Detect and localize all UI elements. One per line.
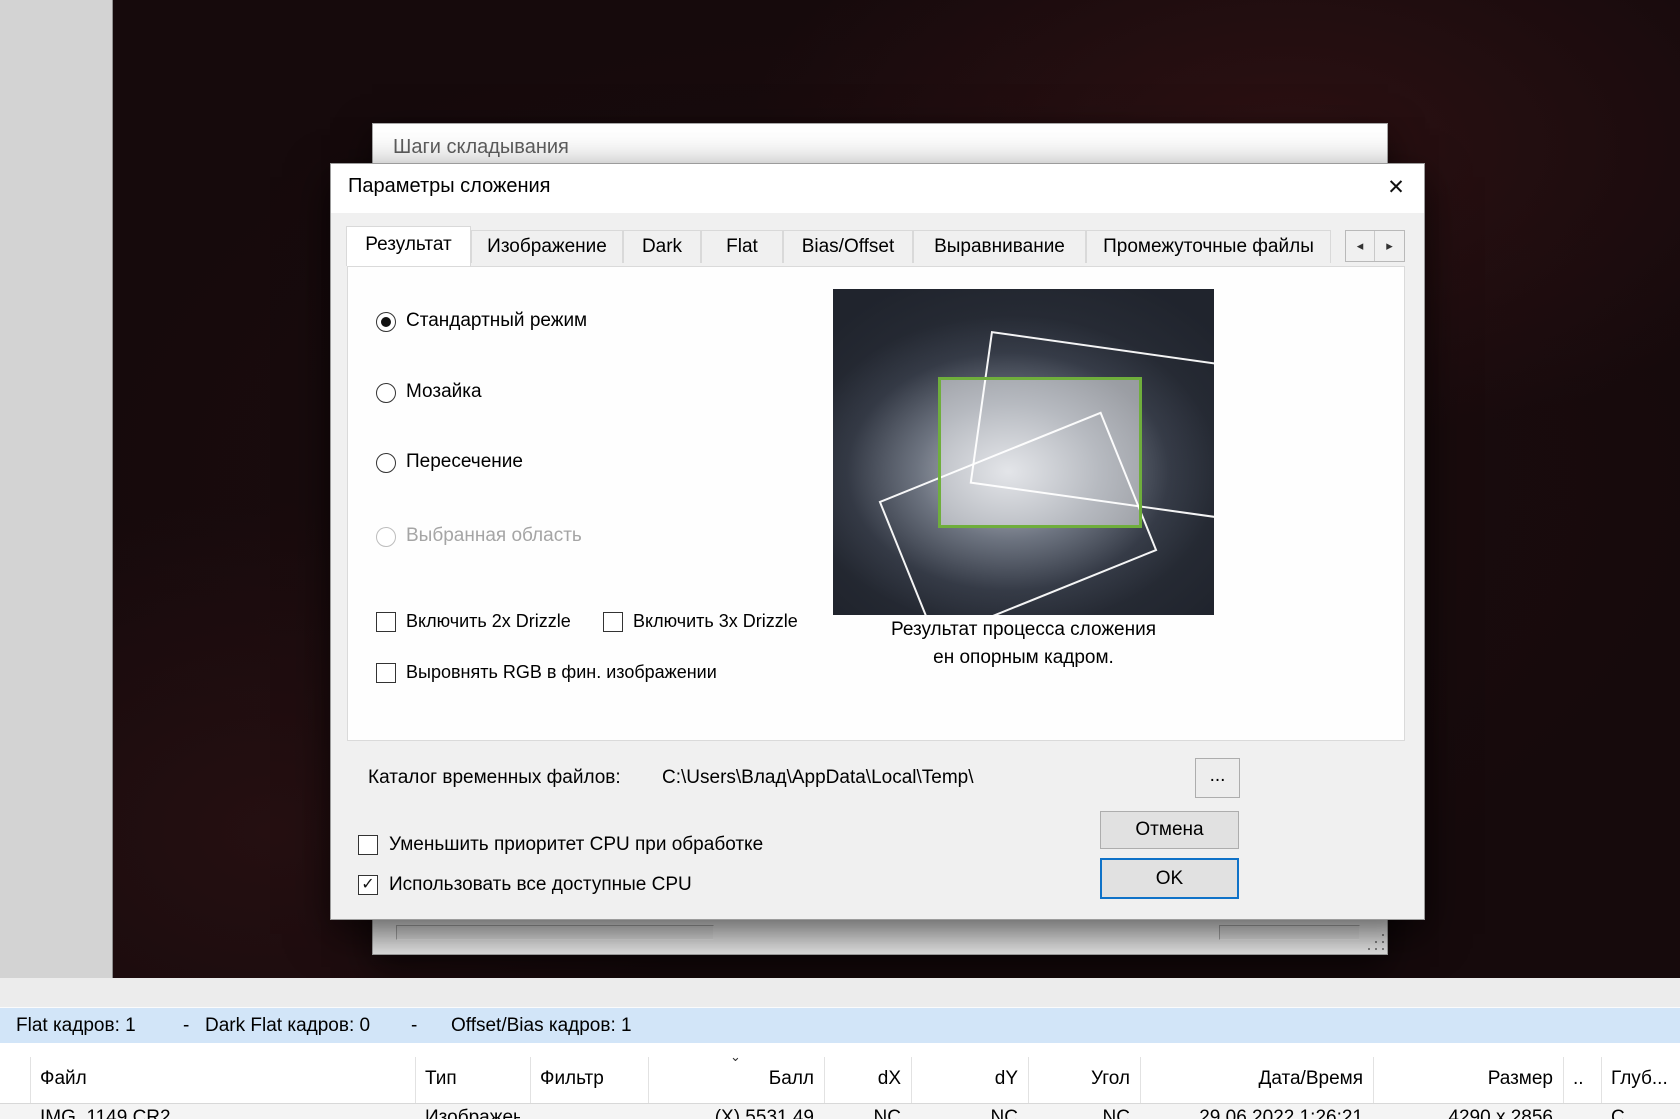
radio-standard-mode[interactable]: [376, 312, 396, 332]
column-header-dx[interactable]: dX: [834, 1057, 901, 1103]
status-bar: Flat кадров: 1- Dark Flat кадров: 0- Offse…: [0, 1008, 1680, 1043]
cell-type: Изображение: [425, 1107, 520, 1119]
checkbox-label-use-all-cpu: Использовать все доступные CPU: [389, 874, 692, 895]
tempdir-label: Каталог временных файлов:: [368, 767, 621, 788]
checkbox-3x-drizzle[interactable]: [603, 612, 623, 632]
tab-strip: ◂ ▸ Результат Изображение Dark Flat Bias/Off…: [331, 224, 1424, 267]
lower-strip: [0, 978, 1680, 1008]
checkbox-reduce-cpu-priority[interactable]: [358, 835, 378, 855]
radio-dot: [381, 317, 391, 327]
stacking-steps-title: Шаги складывания: [393, 136, 569, 158]
cancel-button[interactable]: Отмена: [1100, 811, 1239, 849]
cell-datetime: 29.06.2022 1:26:21: [1199, 1107, 1363, 1119]
column-header-angle[interactable]: Угол: [1038, 1057, 1130, 1103]
close-icon[interactable]: ✕: [1379, 172, 1413, 204]
column-header-dots[interactable]: ..: [1573, 1057, 1591, 1103]
column-separator: [1140, 1057, 1141, 1103]
cell-size: 4290 x 2856: [1448, 1107, 1553, 1119]
status-segment: Offset/Bias кадров: 1: [451, 1015, 632, 1036]
stacking-preview-image: [833, 289, 1214, 615]
preview-stars: [833, 289, 834, 290]
checkbox-label-reduce-cpu-priority: Уменьшить приоритет CPU при обработке: [389, 834, 764, 855]
status-segment: Dark Flat кадров: 0: [205, 1015, 371, 1036]
tab-image[interactable]: Изображение: [471, 230, 623, 263]
cell-depth: С...: [1611, 1107, 1641, 1119]
tab-flat[interactable]: Flat: [701, 230, 783, 263]
column-separator: [415, 1057, 416, 1103]
status-segment: -: [183, 1015, 190, 1036]
resize-grip-icon[interactable]: [1368, 934, 1386, 952]
dialog-title: Параметры сложения: [348, 175, 551, 197]
cell-dots: [1573, 1107, 1591, 1119]
tempdir-path: C:\Users\Влад\AppData\Local\Temp\: [662, 767, 974, 788]
checkbox-label-3x-drizzle: Включить 3x Drizzle: [633, 611, 798, 631]
column-header-select[interactable]: [10, 1057, 20, 1103]
tab-alignment[interactable]: Выравнивание: [913, 230, 1086, 263]
column-separator: [1601, 1057, 1602, 1103]
tab-result[interactable]: Результат: [346, 226, 471, 266]
radio-mosaic[interactable]: [376, 383, 396, 403]
radio-intersection[interactable]: [376, 453, 396, 473]
tab-scroll-right-icon[interactable]: ▸: [1375, 231, 1404, 261]
checkbox-use-all-cpu[interactable]: ✓: [358, 875, 378, 895]
browse-button[interactable]: ...: [1195, 758, 1240, 798]
file-list: IMG_1149.CR2 Изображение (X) 5531.49 NC NC NC…: [0, 1043, 1680, 1119]
column-header-depth[interactable]: Глуб...: [1611, 1057, 1670, 1103]
tab-scroll-buttons: ◂ ▸: [1345, 230, 1405, 262]
column-separator: [1373, 1057, 1374, 1103]
column-separator: [648, 1057, 649, 1103]
tab-intermediate-files[interactable]: Промежуточные файлы: [1086, 230, 1331, 263]
column-header-dy[interactable]: dY: [921, 1057, 1018, 1103]
cell-select: [10, 1107, 20, 1119]
desktop-left-panel: [0, 0, 113, 978]
radio-label-custom-rectangle: Выбранная область: [406, 525, 582, 546]
ok-button[interactable]: OK: [1100, 858, 1239, 899]
column-header-size[interactable]: Размер: [1383, 1057, 1553, 1103]
status-segment: -: [411, 1015, 418, 1036]
column-header-filter[interactable]: Фильтр: [540, 1057, 638, 1103]
preview-caption-line1: Результат процесса сложения: [890, 619, 1157, 640]
tab-dark[interactable]: Dark: [623, 230, 701, 263]
preview-caption-line2: ен опорным кадром.: [933, 647, 1114, 668]
column-header-type[interactable]: Тип: [425, 1057, 520, 1103]
column-separator: [530, 1057, 531, 1103]
cell-dx: NC: [873, 1107, 901, 1119]
tab-scroll-left-icon[interactable]: ◂: [1346, 231, 1375, 261]
radio-label-standard-mode: Стандартный режим: [406, 310, 588, 331]
table-row[interactable]: IMG_1149.CR2 Изображение (X) 5531.49 NC NC NC…: [0, 1104, 1680, 1119]
checkbox-align-rgb[interactable]: [376, 663, 396, 683]
column-separator: [1563, 1057, 1564, 1103]
sort-chevron-icon: ⌄: [730, 1049, 741, 1064]
cell-filter: [540, 1107, 638, 1119]
reference-frame-rect: [938, 377, 1142, 528]
checkbox-label-2x-drizzle: Включить 2x Drizzle: [406, 611, 571, 631]
cell-file: IMG_1149.CR2: [40, 1107, 171, 1119]
column-separator: [911, 1057, 912, 1103]
column-header-datetime[interactable]: Дата/Время: [1150, 1057, 1363, 1103]
checkbox-label-align-rgb: Выровнять RGB в фин. изображении: [406, 662, 717, 682]
radio-label-intersection: Пересечение: [406, 451, 523, 472]
cell-angle: NC: [1102, 1107, 1130, 1119]
preview-caption: Результат процесса сложения ен опорным к…: [833, 616, 1214, 672]
radio-label-mosaic: Мозайка: [406, 381, 482, 402]
checkbox-2x-drizzle[interactable]: [376, 612, 396, 632]
column-separator: [1028, 1057, 1029, 1103]
column-separator: [824, 1057, 825, 1103]
status-segment: Flat кадров: 1: [16, 1015, 136, 1036]
background-progress-bar: [396, 925, 714, 940]
column-separator: [30, 1057, 31, 1103]
radio-custom-rectangle: [376, 527, 396, 547]
column-header-file[interactable]: Файл: [40, 1057, 405, 1103]
cell-score: (X) 5531.49: [714, 1107, 814, 1119]
background-bar-right: [1219, 925, 1360, 940]
cell-dy: NC: [990, 1107, 1018, 1119]
stacking-parameters-dialog: Параметры сложения ✕ ◂ ▸ Результат Изобра…: [330, 163, 1425, 920]
screen: Шаги складывания Параметры сложения ✕ ◂ …: [0, 0, 1680, 1119]
tab-bias-offset[interactable]: Bias/Offset: [783, 230, 913, 263]
stars: [113, 0, 114, 1]
